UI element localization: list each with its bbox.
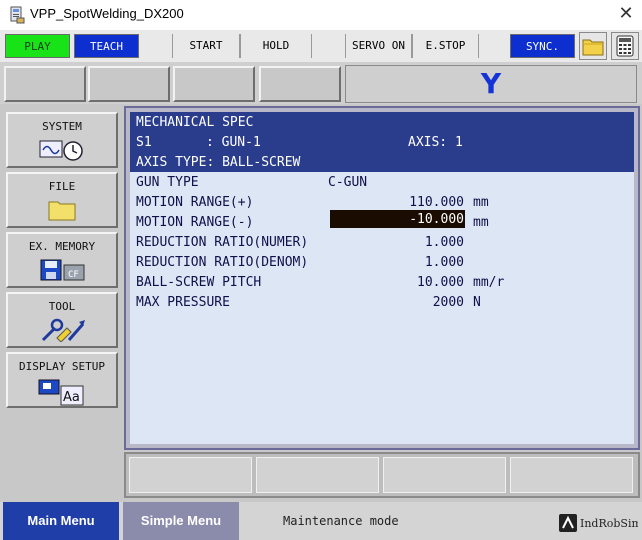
svg-text:Aa: Aa xyxy=(63,390,80,405)
menu-system-button[interactable]: SYSTEM xyxy=(6,112,118,168)
pendant-frame: PLAY TEACH START HOLD SERVO ON E.STOP SY… xyxy=(0,30,642,540)
row-motion-range-minus-value[interactable]: -10.000 xyxy=(330,211,464,228)
function-key-1[interactable] xyxy=(129,457,252,493)
coordinate-mode-label: Y xyxy=(480,67,502,100)
coordinate-mode-display: Y xyxy=(345,65,637,103)
mechanical-spec-content: MECHANICAL SPEC S1 : GUN-1 AXIS: 1 AXIS … xyxy=(130,112,634,444)
row-reduction-numer-value[interactable]: 1.000 xyxy=(330,235,464,251)
display-setup-icon: Aa xyxy=(38,379,84,406)
folder-icon xyxy=(48,201,76,221)
menu-tool-label: TOOL xyxy=(48,300,76,313)
estop-button[interactable]: E.STOP xyxy=(412,34,479,58)
axis-type: AXIS TYPE: BALL-SCREW xyxy=(136,155,301,170)
folder-icon[interactable] xyxy=(579,32,607,60)
menu-ex-memory-label: EX. MEMORY xyxy=(28,240,96,253)
row-ball-screw-pitch-label: BALL-SCREW PITCH xyxy=(136,275,262,290)
panel-title: MECHANICAL SPEC xyxy=(136,115,254,130)
row-reduction-denom-label: REDUCTION RATIO(DENOM) xyxy=(136,255,309,270)
top-status-bar: PLAY TEACH START HOLD SERVO ON E.STOP SY… xyxy=(0,30,642,62)
menu-file-label: FILE xyxy=(48,180,76,193)
row-motion-range-plus-label: MOTION RANGE(+) xyxy=(136,195,254,210)
row-motion-range-plus-value[interactable]: 110.000 xyxy=(330,195,464,211)
app-icon xyxy=(10,6,25,24)
row-max-pressure-unit: N xyxy=(473,295,481,310)
function-key-3[interactable] xyxy=(383,457,506,493)
hold-button[interactable]: HOLD xyxy=(240,34,312,58)
row-reduction-numer-label: REDUCTION RATIO(NUMER) xyxy=(136,235,309,250)
tool-icon xyxy=(41,318,85,342)
memory-icon: CF xyxy=(40,259,85,281)
svg-text:CF: CF xyxy=(68,270,79,280)
logo-text: IndRobSim xyxy=(580,517,638,530)
bottom-bar: Main Menu Simple Menu Maintenance mode I… xyxy=(0,502,642,540)
row-reduction-denom-value[interactable]: 1.000 xyxy=(330,255,464,271)
simple-menu-button[interactable]: Simple Menu xyxy=(123,502,239,540)
window-titlebar: VPP_SpotWelding_DX200 ✕ xyxy=(0,0,642,30)
status-message: Maintenance mode xyxy=(283,514,399,528)
menu-tool-button[interactable]: TOOL xyxy=(6,292,118,348)
row-motion-range-plus-unit: mm xyxy=(473,195,489,210)
blank-key-1[interactable] xyxy=(4,66,86,102)
start-button[interactable]: START xyxy=(172,34,240,58)
station-value: : GUN-1 xyxy=(206,135,261,150)
blank-key-4[interactable] xyxy=(259,66,341,102)
play-mode-button[interactable]: PLAY xyxy=(5,34,70,58)
function-key-4[interactable] xyxy=(510,457,633,493)
system-icon xyxy=(39,140,83,161)
servo-on-button[interactable]: SERVO ON xyxy=(345,34,412,58)
panel-header: MECHANICAL SPEC S1 : GUN-1 AXIS: 1 AXIS … xyxy=(130,112,634,172)
row-ball-screw-pitch-unit: mm/r xyxy=(473,275,505,290)
axis-label: AXIS: 1 xyxy=(408,135,463,150)
menu-file-button[interactable]: FILE xyxy=(6,172,118,228)
mechanical-spec-panel: MECHANICAL SPEC S1 : GUN-1 AXIS: 1 AXIS … xyxy=(124,106,640,450)
teach-mode-button[interactable]: TEACH xyxy=(74,34,139,58)
menu-ex-memory-button[interactable]: EX. MEMORY CF xyxy=(6,232,118,288)
row-motion-range-minus-label: MOTION RANGE(-) xyxy=(136,215,254,230)
function-key-2[interactable] xyxy=(256,457,379,493)
close-icon[interactable]: ✕ xyxy=(614,2,638,26)
row-max-pressure-value[interactable]: 2000 xyxy=(330,295,464,311)
blank-key-2[interactable] xyxy=(88,66,170,102)
menu-system-label: SYSTEM xyxy=(42,120,82,133)
function-keys xyxy=(124,452,640,498)
blank-key-3[interactable] xyxy=(173,66,255,102)
row-motion-range-minus-unit: mm xyxy=(473,215,489,230)
menu-display-setup-button[interactable]: DISPLAY SETUP Aa xyxy=(6,352,118,408)
row-gun-type-label: GUN TYPE xyxy=(136,175,199,190)
indrobsim-logo: IndRobSim xyxy=(559,514,638,532)
row-gun-type-value[interactable]: C-GUN xyxy=(328,175,367,191)
row-ball-screw-pitch-value[interactable]: 10.000 xyxy=(330,275,464,291)
row-max-pressure-label: MAX PRESSURE xyxy=(136,295,230,310)
keyboard-icon[interactable] xyxy=(611,32,639,60)
menu-display-setup-label: DISPLAY SETUP xyxy=(18,360,106,373)
station-label: S1 xyxy=(136,135,152,150)
sync-button[interactable]: SYNC. xyxy=(510,34,575,58)
secondary-bar: Y xyxy=(0,62,642,104)
main-menu-button[interactable]: Main Menu xyxy=(3,502,119,540)
window-title: VPP_SpotWelding_DX200 xyxy=(30,6,184,21)
